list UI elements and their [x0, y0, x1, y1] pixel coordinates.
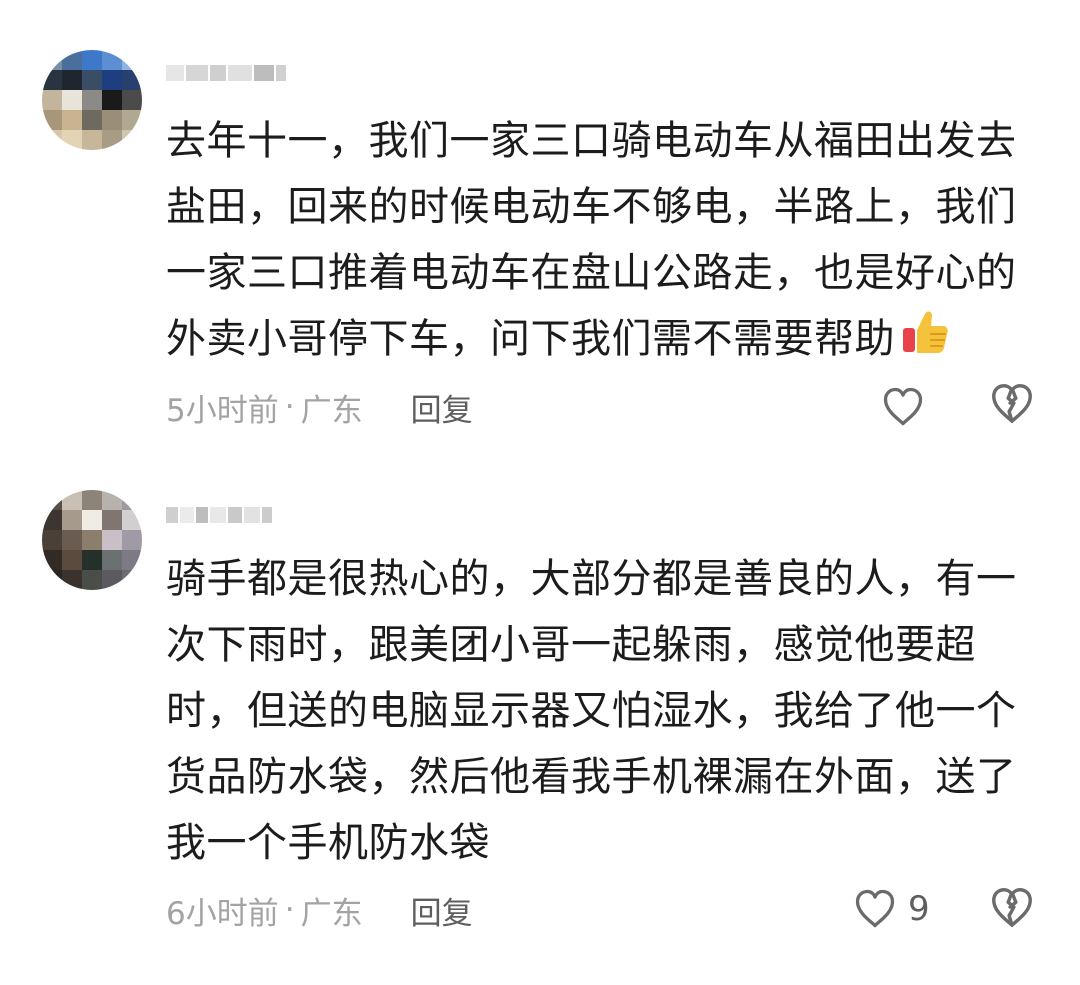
comment-meta: 6小时前 · 广东 回复 [166, 888, 473, 933]
username-redacted[interactable] [166, 500, 272, 530]
dislike-button[interactable] [988, 884, 1038, 934]
avatar[interactable] [42, 50, 142, 150]
heart-outline-icon [852, 886, 898, 932]
comment-text-content: 去年十一，我们一家三口骑电动车从福田出发去盐田，回来的时候电动车不够电，半路上，… [166, 118, 1017, 362]
comment-time: 5小时前 [166, 392, 279, 429]
meta-separator: · [284, 892, 295, 928]
like-button[interactable]: 9 [852, 884, 930, 934]
comment-location: 广东 [300, 392, 363, 429]
comment-time: 6小时前 [166, 895, 279, 932]
comment-text: 骑手都是很热心的，大部分都是善良的人，有一次下雨时，跟美团小哥一起躲雨，感觉他要… [166, 546, 1026, 876]
heart-outline-icon [880, 384, 926, 430]
comment-meta: 5小时前 · 广东 回复 [166, 385, 473, 430]
reply-button[interactable]: 回复 [411, 888, 473, 933]
meta-separator: · [284, 389, 295, 425]
comment-text: 去年十一，我们一家三口骑电动车从福田出发去盐田，回来的时候电动车不够电，半路上，… [166, 108, 1026, 372]
comment-location: 广东 [300, 895, 363, 932]
dislike-button[interactable] [988, 380, 1038, 430]
thumbs-up-emoji [901, 306, 951, 356]
avatar[interactable] [42, 490, 142, 590]
broken-heart-icon [988, 380, 1038, 428]
username-redacted[interactable] [166, 58, 286, 88]
like-count: 9 [908, 889, 930, 929]
broken-heart-icon [988, 884, 1038, 932]
reply-button[interactable]: 回复 [411, 385, 473, 430]
like-button[interactable] [880, 382, 926, 432]
comment-text-content: 骑手都是很热心的，大部分都是善良的人，有一次下雨时，跟美团小哥一起躲雨，感觉他要… [166, 556, 1017, 866]
